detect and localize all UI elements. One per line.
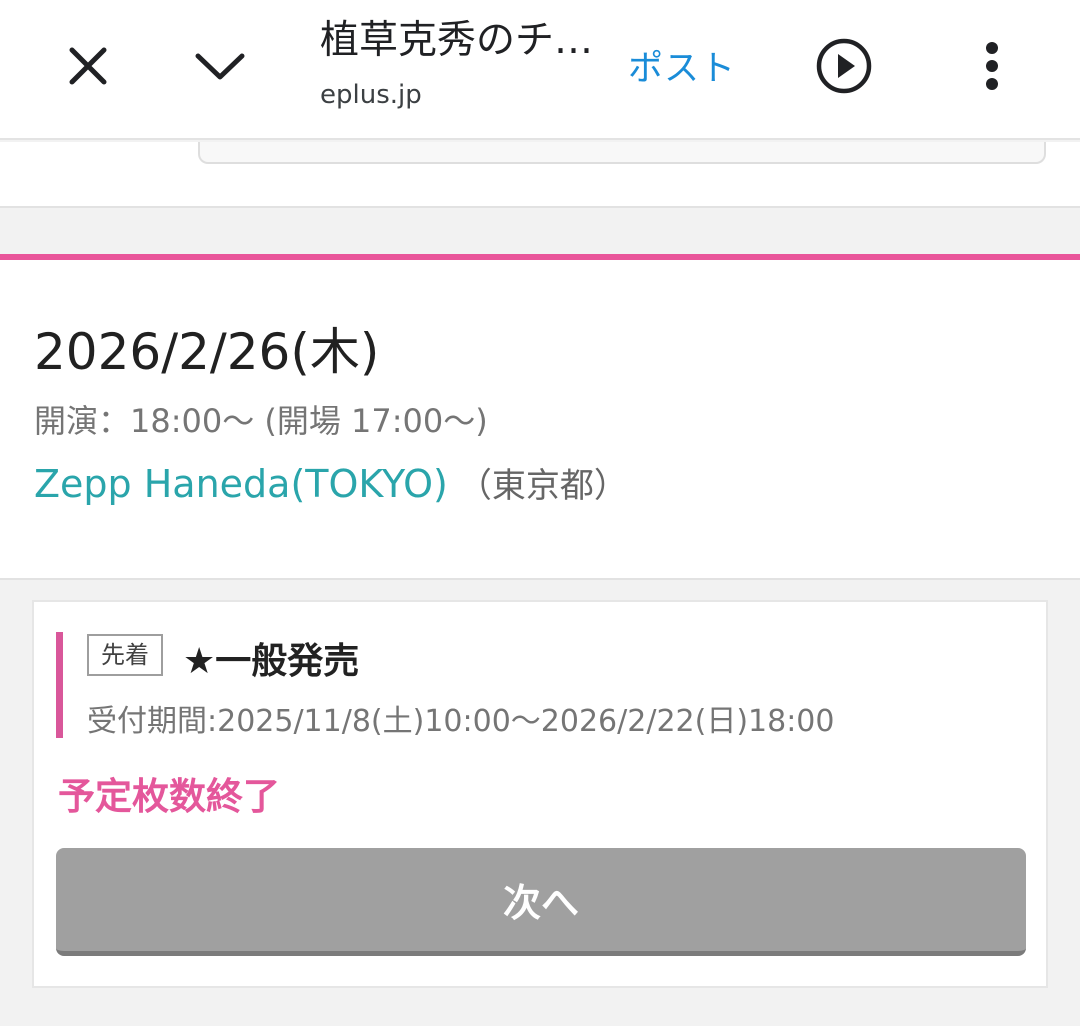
ticket-status: 予定枚数終了: [58, 775, 280, 818]
post-button[interactable]: ポスト: [628, 40, 736, 91]
ticket-card: 先着 ★一般発売 受付期間:2025/11/8(土)10:00〜2026/2/2…: [32, 600, 1048, 988]
ticket-type-badge: 先着: [87, 634, 163, 676]
more-options-button[interactable]: [962, 36, 1022, 96]
ticket-header: 先着 ★一般発売 受付期間:2025/11/8(土)10:00〜2026/2/2…: [56, 632, 1016, 739]
play-button[interactable]: [814, 36, 874, 96]
chevron-down-icon: [195, 53, 245, 80]
venue-prefecture: （東京都）: [457, 466, 628, 506]
ticket-name: ★一般発売: [183, 641, 360, 682]
ticket-period: 受付期間:2025/11/8(土)10:00〜2026/2/22(日)18:00: [87, 704, 835, 739]
page-url: eplus.jp: [320, 80, 422, 110]
venue-link[interactable]: Zepp Haneda(TOKYO): [34, 462, 448, 506]
event-date: 2026/2/26(木): [34, 323, 380, 381]
browser-toolbar: 植草克秀のチ… eplus.jp ポスト: [0, 0, 1080, 140]
page-title-area: 植草克秀のチ… eplus.jp: [320, 16, 610, 126]
previous-card-bottom: [198, 142, 1046, 164]
event-venue: Zepp Haneda(TOKYO) （東京都）: [34, 458, 628, 507]
more-vert-icon: [986, 42, 998, 90]
close-button[interactable]: [58, 36, 118, 96]
event-time: 開演：18:00〜 (開場 17:00〜): [34, 402, 488, 440]
previous-section: [0, 142, 1080, 208]
event-info: 2026/2/26(木) 開演：18:00〜 (開場 17:00〜) Zepp …: [0, 254, 1080, 580]
page-title: 植草克秀のチ…: [320, 18, 594, 63]
close-icon: [69, 47, 107, 85]
play-circle-icon: [816, 38, 872, 94]
next-button[interactable]: 次へ: [56, 848, 1026, 956]
collapse-button[interactable]: [190, 36, 250, 96]
